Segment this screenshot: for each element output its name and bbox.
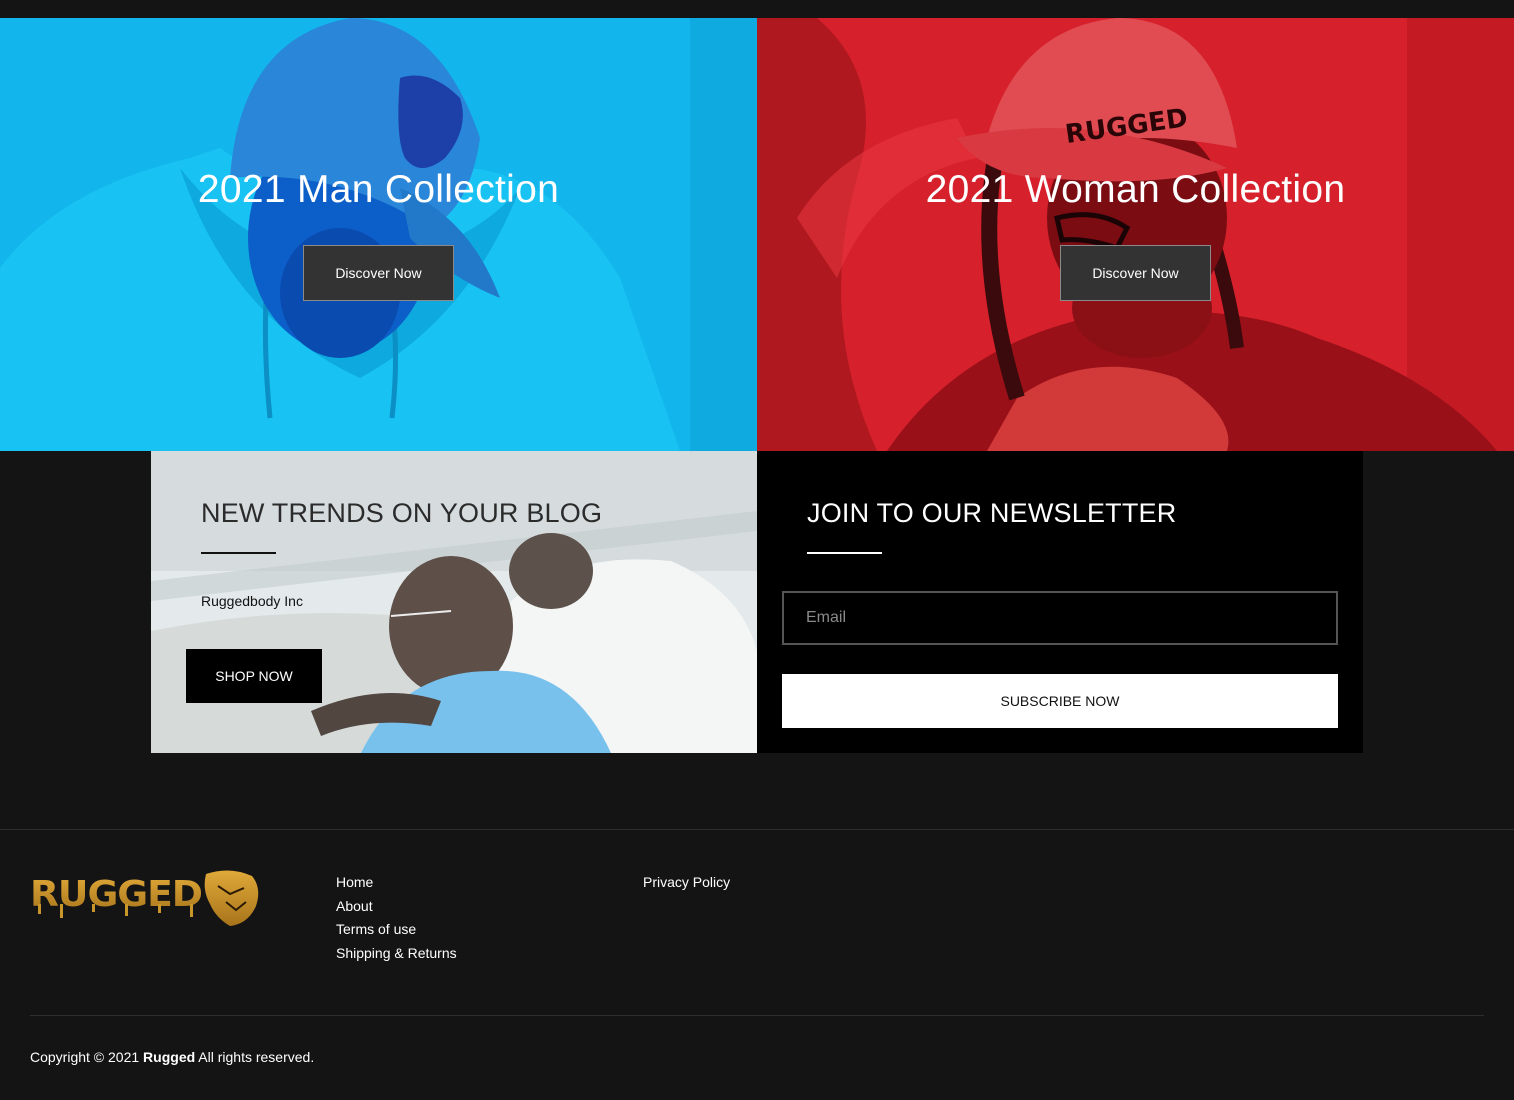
footer-divider <box>30 1015 1484 1016</box>
shop-now-button[interactable]: SHOP NOW <box>186 649 322 703</box>
woman-discover-button[interactable]: Discover Now <box>1060 245 1211 301</box>
blog-company-text: Ruggedbody Inc <box>201 593 303 609</box>
copyright-text: Copyright © 2021 Rugged All rights reser… <box>30 1049 314 1065</box>
woman-collection-banner: RUGGED 2021 Woman Collection Discover No… <box>757 18 1514 451</box>
man-collection-title: 2021 Man Collection <box>197 168 560 211</box>
footer-links-secondary: Privacy Policy <box>643 871 730 895</box>
rugged-logo[interactable]: RUGGED <box>30 866 260 928</box>
newsletter-title: JOIN TO OUR NEWSLETTER <box>807 498 1177 528</box>
footer-links-primary: Home About Terms of use Shipping & Retur… <box>336 871 457 966</box>
top-bar <box>0 0 1514 18</box>
footer-top-divider <box>0 829 1514 830</box>
woman-collection-title: 2021 Woman Collection <box>925 168 1346 211</box>
blog-title: NEW TRENDS ON YOUR BLOG <box>201 498 603 528</box>
man-collection-banner: 2021 Man Collection Discover Now <box>0 18 757 451</box>
copyright-brand: Rugged <box>143 1049 196 1065</box>
man-collection-photo <box>0 18 757 451</box>
newsletter-section: JOIN TO OUR NEWSLETTER SUBSCRIBE NOW <box>757 451 1363 753</box>
footer-link-home[interactable]: Home <box>336 871 457 895</box>
copyright-prefix: Copyright © 2021 <box>30 1049 140 1065</box>
copyright-suffix: All rights reserved. <box>198 1049 315 1065</box>
subscribe-now-button[interactable]: SUBSCRIBE NOW <box>782 674 1338 728</box>
svg-text:RUGGED: RUGGED <box>30 874 202 915</box>
man-discover-button[interactable]: Discover Now <box>303 245 454 301</box>
footer-link-about[interactable]: About <box>336 895 457 919</box>
newsletter-title-underline <box>807 552 882 554</box>
blog-title-underline <box>201 552 276 554</box>
email-input[interactable] <box>782 591 1338 645</box>
woman-collection-photo: RUGGED <box>757 18 1514 451</box>
footer-link-shipping[interactable]: Shipping & Returns <box>336 942 457 966</box>
footer-link-privacy[interactable]: Privacy Policy <box>643 871 730 895</box>
footer-link-terms[interactable]: Terms of use <box>336 918 457 942</box>
blog-promo: NEW TRENDS ON YOUR BLOG Ruggedbody Inc S… <box>151 451 757 753</box>
